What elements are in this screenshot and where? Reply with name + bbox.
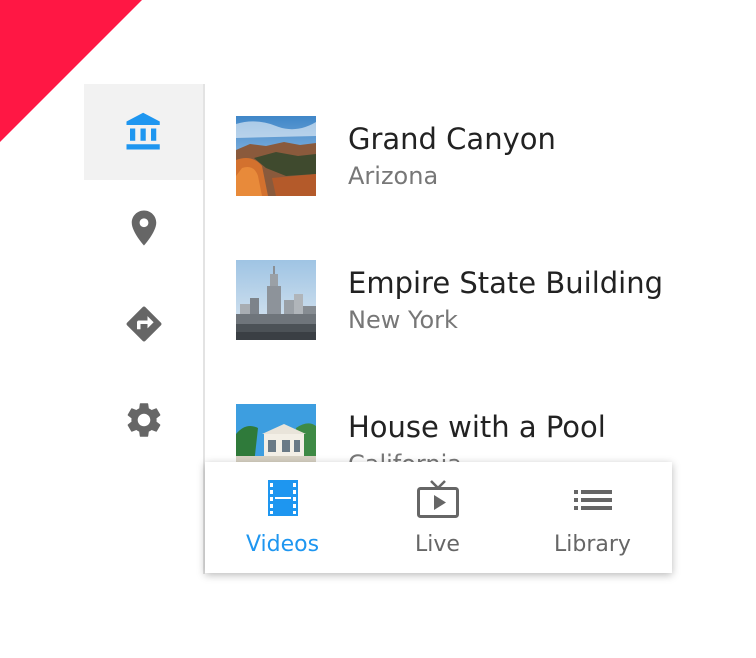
movie-icon <box>267 480 298 516</box>
gear-icon <box>127 403 160 437</box>
canyon-photo <box>236 116 316 196</box>
list-icon <box>573 490 612 510</box>
nav-label: Videos <box>245 532 320 557</box>
museum-icon <box>126 112 160 150</box>
list-item[interactable]: Grand Canyon Arizona <box>205 84 725 228</box>
skyline-photo <box>236 260 316 340</box>
rail-item-directions[interactable] <box>84 276 203 372</box>
places-list: Grand Canyon Arizona Empire State Buildi… <box>205 84 725 462</box>
rail-item-place[interactable] <box>84 180 203 276</box>
bottom-navigation: Videos Live Library <box>205 462 672 573</box>
item-title: House with a Pool <box>348 410 606 444</box>
rail-item-settings[interactable] <box>84 372 203 468</box>
place-icon <box>131 210 156 246</box>
nav-label: Live <box>415 532 460 557</box>
nav-label: Library <box>554 532 631 557</box>
item-subtitle: Arizona <box>348 162 439 190</box>
item-subtitle: California <box>348 450 462 462</box>
list-item[interactable]: Empire State Building New York <box>205 228 725 372</box>
navigation-rail <box>84 84 205 574</box>
rail-item-museum[interactable] <box>84 84 203 180</box>
item-title: Empire State Building <box>348 266 664 300</box>
item-subtitle: New York <box>348 306 458 334</box>
nav-item-videos[interactable]: Videos <box>205 462 360 573</box>
nav-item-live[interactable]: Live <box>360 462 515 573</box>
nav-item-library[interactable]: Library <box>515 462 670 573</box>
pool-house-photo <box>236 404 316 462</box>
live-tv-icon <box>416 480 459 518</box>
list-item[interactable]: House with a Pool California <box>205 372 725 462</box>
item-title: Grand Canyon <box>348 122 556 156</box>
app-screen: Grand Canyon Arizona Empire State Buildi… <box>0 0 756 658</box>
directions-icon <box>126 306 162 342</box>
